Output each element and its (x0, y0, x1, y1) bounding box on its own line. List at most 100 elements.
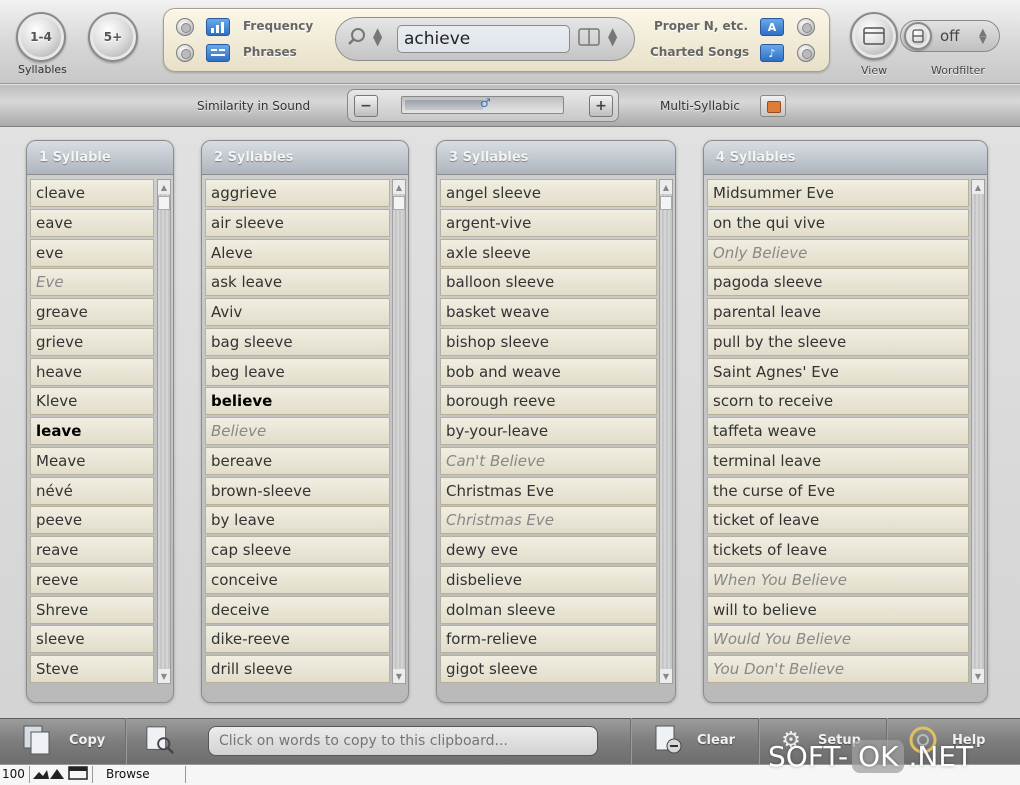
scroll-up-icon[interactable]: ▲ (158, 180, 170, 194)
word-item[interactable]: terminal leave (707, 446, 969, 475)
word-item[interactable]: on the qui vive (707, 208, 969, 237)
word-item[interactable]: Can't Believe (440, 446, 657, 475)
word-item[interactable]: brown-sleeve (205, 476, 390, 505)
scroll-down-icon[interactable]: ▼ (158, 669, 170, 683)
word-item[interactable]: Aleve (205, 238, 390, 267)
search-mode-stepper-icon[interactable]: ▲ ▼ (373, 26, 382, 47)
frequency-radio[interactable] (176, 18, 194, 36)
word-item[interactable]: angel sleeve (440, 179, 657, 207)
view-button[interactable] (850, 12, 898, 60)
find-icon[interactable] (145, 724, 175, 756)
word-item[interactable]: eave (30, 208, 154, 237)
word-item[interactable]: taffeta weave (707, 417, 969, 445)
clear-button[interactable]: Clear (697, 733, 735, 748)
phrases-radio[interactable] (176, 44, 194, 62)
scrollbar[interactable]: ▲ ▼ (971, 179, 985, 684)
word-item[interactable]: aggrieve (205, 179, 390, 207)
word-item[interactable]: sleeve (30, 625, 154, 654)
mountain-icons[interactable] (33, 766, 65, 783)
scroll-up-icon[interactable]: ▲ (393, 180, 405, 194)
multi-syllabic-toggle[interactable] (760, 95, 786, 117)
window-icon[interactable] (68, 766, 88, 783)
scrollbar[interactable]: ▲ ▼ (659, 179, 673, 684)
word-item[interactable]: will to believe (707, 595, 969, 624)
word-item[interactable]: cleave (30, 179, 154, 207)
word-item[interactable]: disbelieve (440, 565, 657, 594)
word-item[interactable]: argent-vive (440, 208, 657, 237)
word-item[interactable]: Shreve (30, 595, 154, 624)
word-item[interactable]: beg leave (205, 357, 390, 386)
word-item[interactable]: bereave (205, 446, 390, 475)
word-item[interactable]: reave (30, 536, 154, 564)
word-item[interactable]: tickets of leave (707, 536, 969, 564)
word-item[interactable]: Kleve (30, 387, 154, 416)
word-item[interactable]: Only Believe (707, 238, 969, 267)
word-item[interactable]: air sleeve (205, 208, 390, 237)
word-item[interactable]: Christmas Eve (440, 476, 657, 505)
syllables-1-4-button[interactable]: 1-4 (16, 12, 66, 62)
layout-icon[interactable] (578, 28, 600, 50)
word-item[interactable]: bob and weave (440, 357, 657, 386)
search-icon[interactable] (347, 27, 367, 51)
scroll-down-icon[interactable]: ▼ (660, 669, 672, 683)
scrollbar[interactable]: ▲ ▼ (392, 179, 406, 684)
word-item[interactable]: scorn to receive (707, 387, 969, 416)
word-item[interactable]: conceive (205, 565, 390, 594)
word-item[interactable]: cap sleeve (205, 536, 390, 564)
scroll-thumb[interactable] (158, 196, 170, 210)
word-item[interactable]: Saint Agnes' Eve (707, 357, 969, 386)
word-item[interactable]: ask leave (205, 268, 390, 297)
similarity-slider[interactable]: ♂ (401, 96, 564, 114)
word-item[interactable]: form-relieve (440, 625, 657, 654)
word-item[interactable]: grieve (30, 327, 154, 356)
word-item[interactable]: deceive (205, 595, 390, 624)
word-item[interactable]: You Don't Believe (707, 655, 969, 683)
word-item[interactable]: Meave (30, 446, 154, 475)
word-item[interactable]: Aviv (205, 298, 390, 326)
word-item[interactable]: dike-reeve (205, 625, 390, 654)
word-item[interactable]: Believe (205, 417, 390, 445)
layout-stepper-icon[interactable]: ▲ ▼ (608, 26, 617, 47)
scroll-down-icon[interactable]: ▼ (393, 669, 405, 683)
word-item[interactable]: believe (205, 387, 390, 416)
word-item[interactable]: drill sleeve (205, 655, 390, 683)
copy-button[interactable]: Copy (69, 733, 105, 748)
clear-icon[interactable] (654, 724, 684, 756)
word-item[interactable]: eve (30, 238, 154, 267)
scroll-up-icon[interactable]: ▲ (660, 180, 672, 194)
scroll-down-icon[interactable]: ▼ (972, 669, 984, 683)
word-item[interactable]: bishop sleeve (440, 327, 657, 356)
similarity-increase-button[interactable]: + (589, 95, 613, 117)
word-item[interactable]: bag sleeve (205, 327, 390, 356)
word-item[interactable]: borough reeve (440, 387, 657, 416)
word-item[interactable]: parental leave (707, 298, 969, 326)
syllables-5plus-button[interactable]: 5+ (88, 12, 138, 62)
word-item[interactable]: dewy eve (440, 536, 657, 564)
word-item[interactable]: by-your-leave (440, 417, 657, 445)
word-item[interactable]: ticket of leave (707, 506, 969, 535)
clipboard-input[interactable] (208, 726, 598, 756)
word-item[interactable]: Midsummer Eve (707, 179, 969, 207)
word-item[interactable]: the curse of Eve (707, 476, 969, 505)
word-item[interactable]: névé (30, 476, 154, 505)
scroll-thumb[interactable] (660, 196, 672, 210)
word-item[interactable]: pagoda sleeve (707, 268, 969, 297)
similarity-decrease-button[interactable]: − (354, 95, 378, 117)
word-item[interactable]: by leave (205, 506, 390, 535)
word-item[interactable]: Christmas Eve (440, 506, 657, 535)
charted-songs-radio[interactable] (797, 44, 815, 62)
word-item[interactable]: basket weave (440, 298, 657, 326)
word-item[interactable]: greave (30, 298, 154, 326)
word-item[interactable]: gigot sleeve (440, 655, 657, 683)
word-item[interactable]: leave (30, 417, 154, 445)
word-item[interactable]: pull by the sleeve (707, 327, 969, 356)
word-item[interactable]: peeve (30, 506, 154, 535)
word-item[interactable]: dolman sleeve (440, 595, 657, 624)
scroll-up-icon[interactable]: ▲ (972, 180, 984, 194)
copy-icon[interactable] (22, 724, 52, 756)
word-item[interactable]: heave (30, 357, 154, 386)
scroll-thumb[interactable] (393, 196, 405, 210)
word-item[interactable]: Would You Believe (707, 625, 969, 654)
word-item[interactable]: balloon sleeve (440, 268, 657, 297)
word-item[interactable]: axle sleeve (440, 238, 657, 267)
